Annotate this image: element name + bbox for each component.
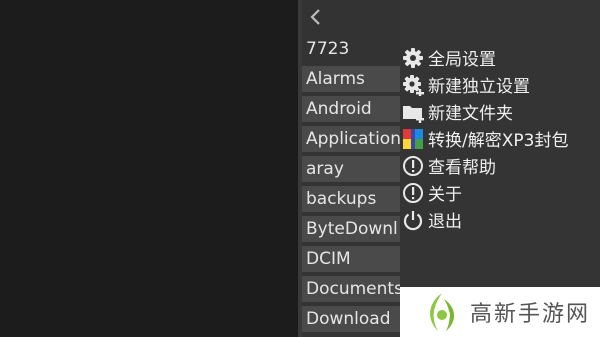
power-icon <box>402 209 424 231</box>
chevron-left-icon <box>310 9 320 25</box>
menu-item-about[interactable]: 关于 <box>402 179 568 206</box>
menu-item-label: 新建文件夹 <box>428 104 513 124</box>
list-item[interactable]: Download <box>302 306 400 332</box>
list-item[interactable]: Documents <box>302 276 400 302</box>
list-item[interactable]: ByteDownl <box>302 216 400 242</box>
menu-item-label: 全局设置 <box>428 50 496 70</box>
menu-item-help[interactable]: 查看帮助 <box>402 152 568 179</box>
list-item[interactable]: Android <box>302 96 400 122</box>
list-item[interactable]: Alarms <box>302 66 400 92</box>
watermark-banner: 高新手游网 <box>400 287 600 337</box>
list-item[interactable]: backups <box>302 186 400 212</box>
watermark-text: 高新手游网 <box>470 302 591 327</box>
menu-item-global-settings[interactable]: 全局设置 <box>402 44 568 71</box>
empty-left-pane <box>0 0 298 337</box>
menu-item-label: 关于 <box>428 185 462 205</box>
package-icon <box>402 128 424 150</box>
info-circle-icon <box>402 182 424 204</box>
file-browser-panel: 7723 Alarms Android Application aray bac… <box>302 0 400 337</box>
menu-item-exit[interactable]: 退出 <box>402 206 568 233</box>
menu-item-new-folder[interactable]: 新建文件夹 <box>402 98 568 125</box>
menu-item-label: 退出 <box>428 212 462 232</box>
back-button[interactable] <box>302 0 400 34</box>
list-item[interactable]: aray <box>302 156 400 182</box>
file-list: 7723 Alarms Android Application aray bac… <box>302 34 400 332</box>
menu-item-label: 新建独立设置 <box>428 77 530 97</box>
gear-icon <box>402 47 424 69</box>
list-item[interactable]: DCIM <box>302 246 400 272</box>
list-item[interactable]: 7723 <box>302 34 400 64</box>
menu-item-label: 转换/解密XP3封包 <box>428 131 569 151</box>
brand-logo-icon <box>430 293 455 331</box>
gear-add-icon <box>402 74 424 96</box>
menu-item-new-profile[interactable]: 新建独立设置 <box>402 71 568 98</box>
menu-item-label: 查看帮助 <box>428 158 496 178</box>
new-folder-icon <box>402 101 424 123</box>
alert-circle-icon <box>402 155 424 177</box>
list-item[interactable]: Application <box>302 126 400 152</box>
menu-item-convert-xp3[interactable]: 转换/解密XP3封包 <box>402 125 568 152</box>
